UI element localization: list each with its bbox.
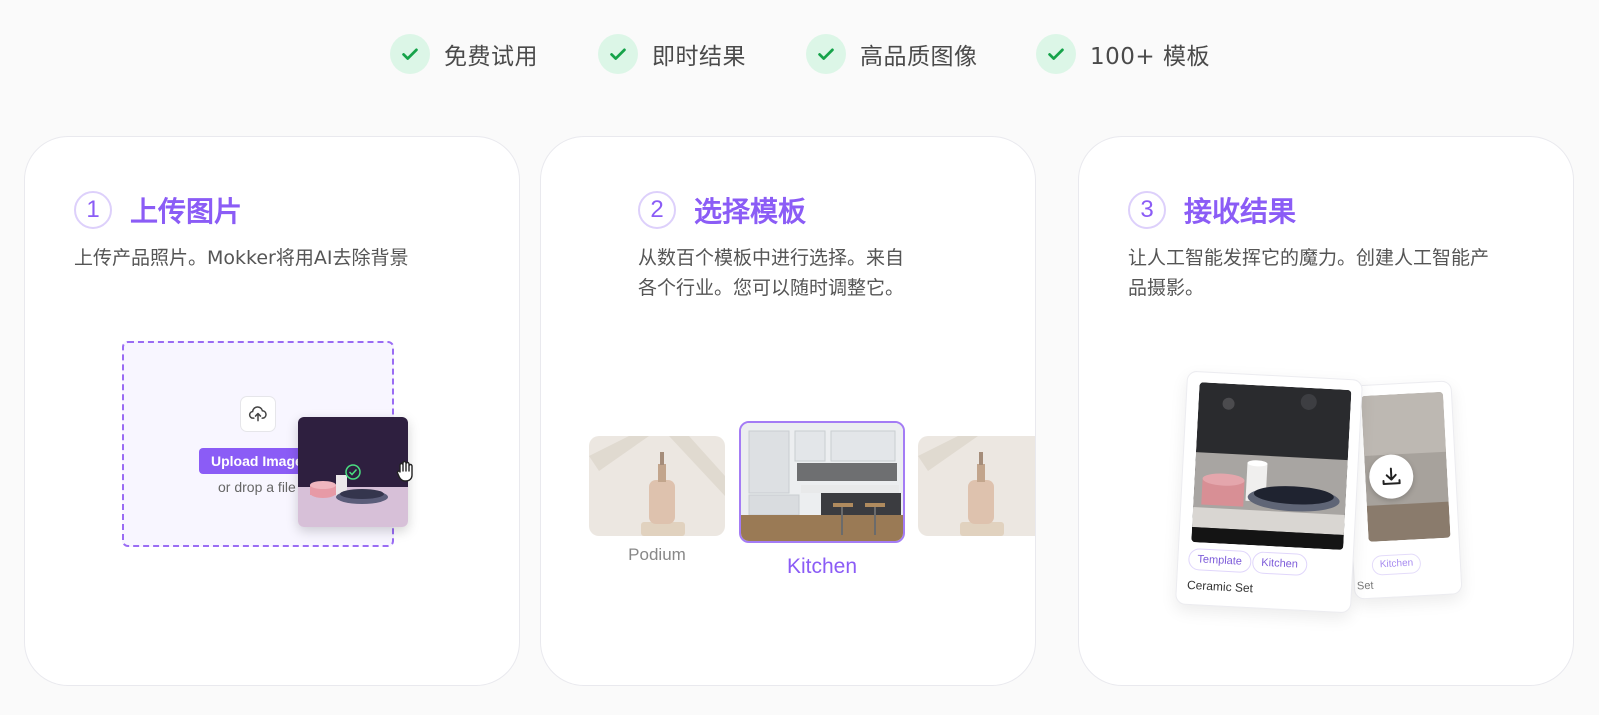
step-description: 上传产品照片。Mokker将用AI去除背景 <box>74 243 408 273</box>
feature-free-trial: 免费试用 <box>390 32 538 76</box>
step-card-template: 2 选择模板 从数百个模板中进行选择。来自 各个行业。您可以随时调整它。 Pod… <box>540 136 1036 686</box>
step-description-line: 各个行业。您可以随时调整它。 <box>638 277 905 299</box>
dragged-product-photo[interactable] <box>298 417 408 527</box>
feature-label: 高品质图像 <box>860 44 978 70</box>
download-icon <box>1382 467 1401 486</box>
step-card-result: 3 接收结果 让人工智能发挥它的魔力。创建人工智能产 品摄影。 Kitchen … <box>1078 136 1574 686</box>
result-tag: Kitchen <box>1371 553 1422 576</box>
result-name: Ceramic Set <box>1186 577 1254 596</box>
step-description-line: 让人工智能发挥它的魔力。创建人工智能产 <box>1128 247 1490 269</box>
step-header: 2 选择模板 <box>638 190 806 230</box>
step-header: 3 接收结果 <box>1128 190 1296 230</box>
step-title: 上传图片 <box>130 195 243 228</box>
feature-label: 免费试用 <box>444 44 538 70</box>
template-podium[interactable] <box>589 436 725 536</box>
feature-instant-results: 即时结果 <box>598 32 746 76</box>
template-podium-partial[interactable] <box>918 436 1035 536</box>
template-label-kitchen: Kitchen <box>786 555 858 578</box>
feature-label: 即时结果 <box>652 44 746 70</box>
result-tag-kitchen: Kitchen <box>1251 551 1308 577</box>
feature-templates: 100+ 模板 <box>1036 32 1210 76</box>
check-icon <box>598 34 638 74</box>
check-icon <box>390 34 430 74</box>
step-number: 2 <box>638 191 676 229</box>
template-kitchen-selected[interactable] <box>739 421 905 543</box>
drop-file-text: or drop a file <box>218 479 296 495</box>
result-image <box>1191 382 1352 550</box>
step-title: 选择模板 <box>694 195 807 228</box>
cloud-upload-icon <box>240 396 276 432</box>
result-tag-template: Template <box>1187 547 1252 574</box>
result-name-back: Set <box>1356 579 1374 593</box>
check-icon <box>1036 34 1076 74</box>
step-number: 1 <box>74 191 112 229</box>
step-title: 接收结果 <box>1184 195 1297 228</box>
result-card-front[interactable]: Template Kitchen Ceramic Set <box>1174 370 1364 614</box>
feature-label: 100+ 模板 <box>1090 44 1210 70</box>
result-card-back[interactable]: Kitchen Set <box>1343 380 1463 600</box>
step-description-line: 从数百个模板中进行选择。来自 <box>638 247 905 269</box>
step-card-upload: 1 上传图片 上传产品照片。Mokker将用AI去除背景 Upload Imag… <box>24 136 520 686</box>
step-description: 从数百个模板中进行选择。来自 各个行业。您可以随时调整它。 <box>638 243 904 303</box>
step-description-line: 品摄影。 <box>1128 277 1205 299</box>
step-description-line: 上传产品照片。Mokker将用AI去除背景 <box>74 247 409 269</box>
step-header: 1 上传图片 <box>74 190 242 230</box>
grab-hand-icon <box>396 460 413 482</box>
feature-high-quality: 高品质图像 <box>806 32 978 76</box>
step-description: 让人工智能发挥它的魔力。创建人工智能产 品摄影。 <box>1128 243 1489 303</box>
feature-list: 免费试用 即时结果 高品质图像 100+ 模板 <box>0 32 1599 76</box>
step-number: 3 <box>1128 191 1166 229</box>
check-icon <box>806 34 846 74</box>
template-label-podium: Podium <box>628 545 686 564</box>
